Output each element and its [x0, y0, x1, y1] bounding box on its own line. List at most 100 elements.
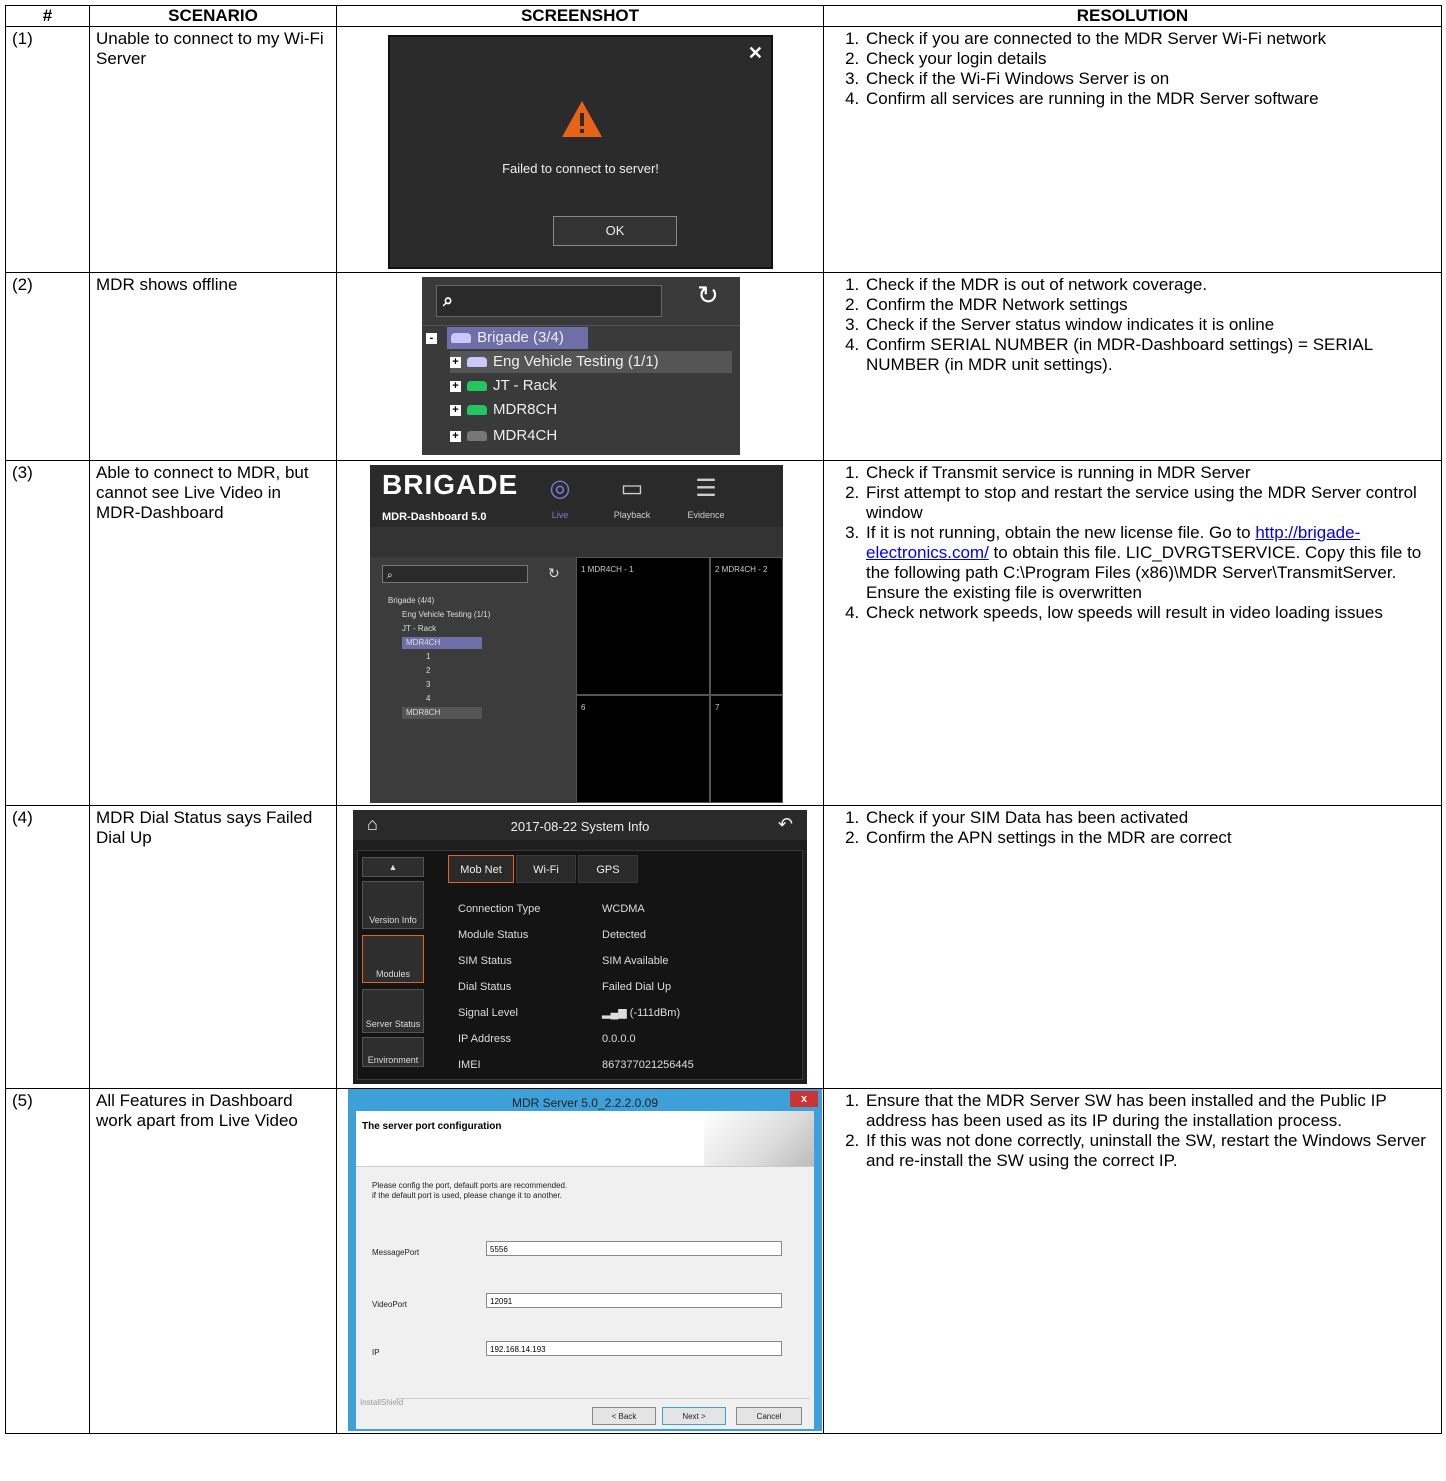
tab-gps: GPS — [578, 855, 638, 883]
video-cell: 6 — [576, 695, 710, 803]
device-tree-screenshot: ⌕ ↻ - Brigade (3/4) + Eng Vehicle Testing… — [422, 277, 740, 455]
video-port-field: 12091 — [486, 1293, 782, 1308]
tree-row: + Eng Vehicle Testing (1/1) — [450, 351, 732, 373]
video-cell: 7 — [710, 695, 783, 803]
installer-wrapper: MDR Server 5.0_2.2.2.0.09 x The server p… — [347, 1089, 823, 1434]
scenario-text: MDR Dial Status says Failed Dial Up — [89, 805, 337, 1089]
tree-row: + JT - Rack — [450, 375, 557, 397]
system-info-title: 2017-08-22 System Info — [510, 819, 650, 834]
resolution-cell: Check if the MDR is out of network cover… — [823, 272, 1442, 461]
error-dialog-screenshot: ✕ Failed to connect to server! OK — [388, 35, 773, 269]
info-row: SIM Status SIM Available — [458, 955, 669, 967]
dashboard-header: BRIGADE MDR-Dashboard 5.0 ◎ Live ▭ Playbac… — [370, 465, 783, 527]
resolution-step: Ensure that the MDR Server SW has been i… — [864, 1091, 1435, 1131]
resolution-cell: Check if your SIM Data has been activate… — [823, 805, 1442, 1089]
ip-field: 192.168.14.193 — [486, 1341, 782, 1356]
close-icon: x — [790, 1091, 818, 1107]
resolution-cell: Check if you are connected to the MDR Se… — [823, 26, 1442, 273]
header-scenario: SCENARIO — [89, 5, 337, 27]
close-icon: ✕ — [747, 43, 763, 63]
channel-row: 1 — [426, 652, 431, 661]
header-resolution: RESOLUTION — [823, 5, 1442, 27]
info-row: Module Status Detected — [458, 929, 647, 941]
row-number: (5) — [5, 1088, 90, 1434]
field-label: VideoPort — [372, 1300, 407, 1309]
back-icon: ↶ — [777, 814, 793, 834]
resolution-list: Check if your SIM Data has been activate… — [830, 808, 1435, 848]
table-row: (5) All Features in Dashboard work apart… — [5, 1088, 1442, 1434]
search-icon: ⌕ — [387, 570, 393, 581]
header-screenshot: SCREENSHOT — [336, 5, 824, 27]
back-button: < Back — [592, 1407, 656, 1425]
installer-title: MDR Server 5.0_2.2.2.0.09 — [511, 1096, 659, 1110]
resolution-list: Check if you are connected to the MDR Se… — [830, 29, 1435, 109]
video-camera-icon: ▭ — [620, 475, 644, 502]
resolution-step: Check if the Server status window indica… — [864, 315, 1435, 335]
car-icon — [467, 357, 487, 368]
tree-row: Eng Vehicle Testing (1/1) — [402, 610, 491, 619]
resolution-step: Check network speeds, low speeds will re… — [864, 603, 1435, 623]
cancel-button: Cancel — [736, 1407, 802, 1425]
troubleshooting-table: # SCENARIO SCREENSHOT RESOLUTION (1) Una… — [5, 5, 1442, 1434]
resolution-list: Check if Transmit service is running in … — [830, 463, 1435, 623]
expand-icon: + — [450, 356, 461, 368]
resolution-step: Confirm SERIAL NUMBER (in MDR-Dashboard … — [864, 335, 1435, 375]
car-icon — [467, 431, 487, 442]
scenario-text: MDR shows offline — [89, 272, 337, 461]
screenshot-cell: ⌕ ↻ - Brigade (3/4) + Eng Vehicle Testing… — [336, 272, 824, 461]
header-row: # SCENARIO SCREENSHOT RESOLUTION — [5, 5, 1442, 27]
table-row: (3) Able to connect to MDR, but cannot s… — [5, 460, 1442, 806]
collapse-icon: - — [426, 332, 437, 344]
search-box: ⌕ — [436, 285, 662, 317]
nav-live: ◎ Live — [530, 473, 590, 525]
next-button: Next > — [662, 1407, 726, 1425]
tab-wi-fi: Wi-Fi — [516, 855, 576, 883]
installer-heading: The server port configuration — [362, 1121, 502, 1132]
row-number: (4) — [5, 805, 90, 1089]
video-cell: 1 MDR4CH - 1 — [576, 557, 710, 695]
tree-row: + MDR8CH — [450, 399, 557, 421]
table-row: (1) Unable to connect to my Wi-Fi Server… — [5, 26, 1442, 273]
video-grid: 1 MDR4CH - 1 2 MDR4CH - 2 6 7 — [576, 557, 783, 803]
brand-logo: BRIGADE — [382, 469, 519, 500]
screenshot-cell: ✕ Failed to connect to server! OK — [336, 26, 824, 273]
channel-row: 2 — [426, 666, 431, 675]
resolution-step: Confirm all services are running in the … — [864, 89, 1435, 109]
info-row: Dial Status Failed Dial Up — [458, 981, 672, 993]
tab-mob-net: Mob Net — [448, 855, 514, 883]
channel-row: 4 — [426, 694, 431, 703]
row-number: (3) — [5, 460, 90, 806]
resolution-list: Ensure that the MDR Server SW has been i… — [830, 1091, 1435, 1171]
table-row: (2) MDR shows offline ⌕ ↻ - Brigade (3/4… — [5, 272, 1442, 461]
expand-icon: + — [450, 404, 461, 416]
channel-row: 3 — [426, 680, 431, 689]
tree-row: JT - Rack — [402, 624, 437, 633]
refresh-icon: ↻ — [697, 280, 719, 310]
resolution-step: Check if Transmit service is running in … — [864, 463, 1435, 483]
resolution-step: Check if your SIM Data has been activate… — [864, 808, 1435, 828]
side-version-info: Version Info — [362, 881, 424, 929]
screenshot-cell: MDR Server 5.0_2.2.2.0.09 x The server p… — [336, 1088, 824, 1434]
system-info-screenshot: ⌂ 2017-08-22 System Info ↶ ▲ Version Inf… — [353, 810, 807, 1084]
info-row: Connection Type WCDMA — [458, 903, 645, 915]
resolution-step: Check if the MDR is out of network cover… — [864, 275, 1435, 295]
search-icon: ⌕ — [443, 290, 454, 310]
warning-icon — [562, 101, 602, 137]
car-icon — [467, 381, 487, 392]
resolution-step: Check if the Wi-Fi Windows Server is on — [864, 69, 1435, 89]
resolution-cell: Ensure that the MDR Server SW has been i… — [823, 1088, 1442, 1434]
installer-description: Please config the port, default ports ar… — [372, 1181, 568, 1200]
side-server-status: Server Status — [362, 989, 424, 1033]
scenario-text: Unable to connect to my Wi-Fi Server — [89, 26, 337, 273]
resolution-step: If it is not running, obtain the new lic… — [864, 523, 1435, 603]
info-row: IMEI 867377021256445 — [458, 1059, 694, 1071]
version-label: MDR-Dashboard 5.0 — [382, 511, 487, 523]
signal-icon: ▂▄▆ — [602, 1007, 630, 1019]
row-number: (1) — [5, 26, 90, 273]
side-environment: Environment — [362, 1037, 424, 1067]
resolution-list: Check if the MDR is out of network cover… — [830, 275, 1435, 375]
nav-playback: ▭ Playback — [602, 473, 662, 525]
tree-row: MDR8CH — [402, 707, 482, 719]
info-row: Signal Level ▂▄▆ (-111dBm) — [458, 1007, 681, 1019]
tree-group-row: - Brigade (3/4) — [426, 327, 588, 349]
